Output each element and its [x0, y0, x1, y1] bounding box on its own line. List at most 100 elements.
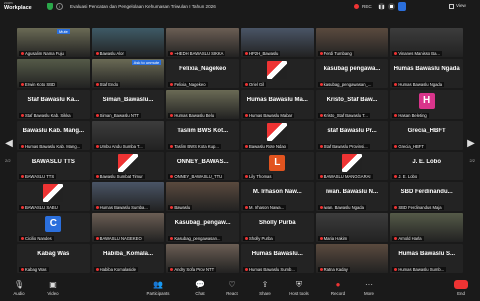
participant-tile[interactable]: Umbu Andu Sumba T...	[91, 120, 165, 150]
participant-display-name: Humas Bawaslu S...	[398, 251, 455, 258]
participant-tile[interactable]: Humas Bawaslu S... Humas Bawaslu Sumb...	[390, 244, 463, 273]
participant-name-label: Humas Bawaslu Ngada	[392, 81, 445, 87]
tile-badge[interactable]: Mute	[57, 29, 70, 34]
participant-name-label: HP2H_Bawaslu	[242, 50, 281, 56]
participant-tile[interactable]: Andry Sofa Prov NTT	[166, 244, 239, 273]
participant-tile[interactable]: SBD Ferdinandu... SBD Ferdinandus Maja	[390, 182, 463, 212]
participant-tile[interactable]: ONNEY_BAWAS... ONNEY_BAWASLU_TTU	[166, 151, 239, 181]
view-button[interactable]: View	[456, 3, 466, 8]
zoom-logo: zoom Workplace	[4, 1, 32, 11]
participant-tile[interactable]: Kabag Was Kabag Was	[17, 244, 90, 273]
participant-name-text: Grecia_HBFT	[398, 143, 424, 149]
participant-tile[interactable]: BAWASLU SABU	[17, 182, 90, 212]
participant-name-text: Oriel Gil	[248, 81, 265, 87]
participant-name-text: BAWASLU NAGEKEO	[99, 236, 142, 242]
participant-tile[interactable]: Humas Bawaslu Sumba...	[91, 182, 165, 212]
participant-tile[interactable]: Sholly Purba Sholly Purba	[240, 213, 314, 243]
tile-badge[interactable]: Ask to unmute	[131, 59, 162, 65]
participant-tile[interactable]: Ask to unmute Staf Endo	[91, 58, 165, 88]
participant-tile[interactable]: Oriel Gil	[240, 58, 314, 88]
participant-tile[interactable]: C Cicilio Nandes	[17, 213, 90, 243]
participant-tile[interactable]: Taslim BWS Kot... Taslim BWS Kota Kup...	[166, 120, 239, 150]
muted-mic-icon	[394, 175, 398, 179]
participant-tile[interactable]: Ferdi Tumbang	[315, 28, 389, 57]
participant-tile[interactable]: H Hasan Beleting	[390, 89, 463, 119]
gallery-view-icon[interactable]	[449, 4, 454, 9]
participant-tile[interactable]: Habiba_Komala... Habiba Komalaside	[91, 244, 165, 273]
participant-name-text: Staf Endo	[99, 81, 119, 87]
previous-page-arrow-icon[interactable]: ◀	[3, 138, 15, 158]
participant-tile[interactable]: L Lily Thomas	[240, 151, 314, 181]
participant-tile[interactable]: Ratna Kaday	[315, 244, 389, 273]
participant-tile[interactable]: Vinanes Manisso Ba...	[390, 28, 463, 57]
share-button[interactable]: ⇪ Share	[250, 280, 280, 296]
info-icon[interactable]: i	[56, 3, 63, 10]
participant-display-name: Humas Bawaslu...	[251, 251, 303, 258]
participant-tile[interactable]: Felixia_Nagekeo Felixia_Nagekeo	[166, 58, 239, 88]
participant-tile[interactable]: HP2H_Bawaslu	[240, 28, 314, 57]
participant-tile[interactable]: Arnold Harla	[390, 213, 463, 243]
recording-dot-icon	[354, 4, 359, 9]
participant-tile[interactable]: Bawaslu Rote Ndao	[240, 120, 314, 150]
stop-recording-icon[interactable]	[388, 3, 395, 10]
participant-tile[interactable]: iwan. Bawaslu N... iwan. Bawaslu Ngada	[315, 182, 389, 212]
participants-button[interactable]: 👥 Participants	[143, 280, 173, 296]
host-shield-icon[interactable]	[398, 2, 406, 11]
participant-tile[interactable]: ~HEDH BAWASLU SIKKA	[166, 28, 239, 57]
participant-name-text: Humas Bawaslu Kab. Mang...	[25, 143, 81, 149]
participant-name-label: Habiba Komalaside	[93, 267, 138, 272]
participant-tile[interactable]: Grecia_HBFT Grecia_HBFT	[390, 120, 463, 150]
participant-tile[interactable]: Humas Bawaslu Belu	[166, 89, 239, 119]
participant-tile[interactable]: Bawaslu	[166, 182, 239, 212]
record-button[interactable]: ● Record	[323, 280, 353, 296]
participant-tile[interactable]: Erwin Koto SBD	[17, 58, 90, 88]
participant-name-label: Humas Bawaslu Sumb...	[242, 267, 297, 272]
participant-name-label: Hasan Beleting	[392, 112, 429, 118]
participant-tile[interactable]: kasubag pengawa... kasubag_pengawasan_...	[315, 58, 389, 88]
participant-name-label: Kristo_Staf Bawaslu T...	[317, 112, 370, 118]
participant-tile[interactable]: staf Bawaslu Pr... Staf Bawaslu Provinsi.…	[315, 120, 389, 150]
end-button[interactable]: End	[448, 280, 474, 296]
participant-tile[interactable]: Mute Agusalim Nama Fuju	[17, 28, 90, 57]
participant-name-text: Sholly Purba	[248, 236, 273, 242]
participant-display-name: Humas Bawaslu Ngada	[393, 65, 460, 72]
video-button[interactable]: ▣ Video	[38, 280, 68, 296]
participant-tile[interactable]: J. E. Lobo J. E. Lobo	[390, 151, 463, 181]
participant-name-text: Bawaslu	[174, 205, 191, 211]
participant-tile[interactable]: Humas Bawaslu Ngada Humas Bawaslu Ngada	[390, 58, 463, 88]
muted-mic-icon	[394, 206, 398, 210]
next-page-arrow-icon[interactable]: ▶	[465, 138, 477, 158]
microphone-icon: 🎙	[14, 280, 25, 289]
more-button[interactable]: ··· More	[354, 280, 384, 296]
muted-mic-icon	[244, 82, 248, 86]
participant-tile[interactable]: Kristo_Staf Baw... Kristo_Staf Bawaslu T.…	[315, 89, 389, 119]
participant-tile[interactable]: Kasubag_pengaw... Kasubag_pengawasan...	[166, 213, 239, 243]
participant-tile[interactable]: M. Irhason Naw... M. Irhason Nawa...	[240, 182, 314, 212]
participant-name-label: Staf Bawaslu Provinsi...	[317, 143, 370, 149]
pause-recording-icon[interactable]: ❚❚	[378, 3, 385, 10]
participant-name-label: Sholly Purba	[242, 236, 275, 242]
participant-tile[interactable]: BAWASLU TTS BAWASLU TTS	[17, 151, 90, 181]
participant-name-text: HP2H_Bawaslu	[248, 50, 279, 56]
participant-tile[interactable]: Humas Bawaslu... Humas Bawaslu Sumb...	[240, 244, 314, 273]
chat-button[interactable]: 💬 Chat	[185, 280, 215, 296]
participant-tile[interactable]: Staf Bawaslu Ka... Staf Bawaslu Kab. Sikk…	[17, 89, 90, 119]
participant-tile[interactable]: BAWASLU NAGEKEO	[91, 213, 165, 243]
react-button[interactable]: ♡ React	[217, 280, 247, 296]
participant-tile[interactable]: Bawaslu Kab. Mang... Humas Bawaslu Kab. M…	[17, 120, 90, 150]
audio-button[interactable]: 🎙 Audio	[4, 280, 34, 296]
host-tools-button[interactable]: ⛨ Host tools	[284, 280, 314, 296]
bawaslu-logo-icon	[43, 184, 64, 203]
participant-display-name: J. E. Lobo	[412, 158, 441, 165]
participant-tile[interactable]: Humas Bawaslu Ma... Humas Bawaslu Mabar	[240, 89, 314, 119]
participant-tile[interactable]: Maria Hakim	[315, 213, 389, 243]
security-shield-icon[interactable]	[47, 3, 53, 10]
muted-mic-icon	[95, 206, 99, 210]
participant-name-text: ONNEY_BAWASLU_TTU	[174, 174, 223, 180]
participant-tile[interactable]: Bawaslu Alor	[91, 28, 165, 57]
participant-tile[interactable]: BAWASLU MANGGARAI	[315, 151, 389, 181]
bawaslu-logo-icon	[117, 153, 138, 172]
bawaslu-logo-icon	[267, 60, 288, 79]
participant-tile[interactable]: Bawaslu Sumbat Timur	[91, 151, 165, 181]
participant-tile[interactable]: Siman_Bawaslu... Siman_Bawaslu NTT	[91, 89, 165, 119]
